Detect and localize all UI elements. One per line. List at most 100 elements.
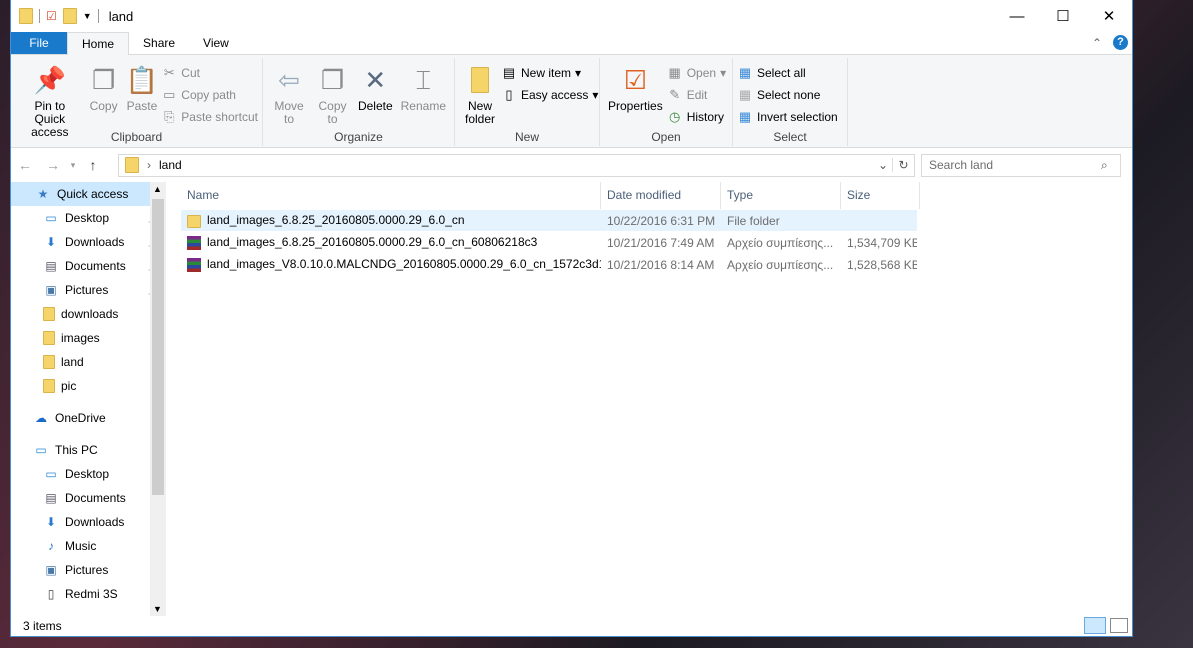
customize-toolbar-icon[interactable]: ▼ [83,11,92,21]
music-icon: ♪ [48,539,54,553]
tab-file[interactable]: File [11,32,67,54]
easy-access-button[interactable]: ▯ Easy access ▾ [501,84,598,106]
nav-item[interactable]: ★ Quick access [11,182,166,206]
tab-view[interactable]: View [189,32,243,54]
copy-path-button[interactable]: ▭ Copy path [161,84,258,106]
address-path[interactable]: land [159,158,182,172]
file-size: 1,528,568 KB [847,257,917,272]
select-none-button[interactable]: ▦ Select none [737,84,838,106]
nav-item[interactable]: ⬇ Downloads [11,510,166,534]
file-row[interactable]: land_images_6.8.25_20160805.0000.29_6.0_… [181,232,1132,253]
nav-item-label: Music [65,539,97,553]
file-row[interactable]: land_images_6.8.25_20160805.0000.29_6.0_… [181,210,917,231]
pin-icon: 📌 [33,64,66,95]
nav-item[interactable]: ▣Pictures📌 [11,278,166,302]
nav-item-label: Downloads [65,235,125,249]
address-dropdown-icon[interactable]: ⌄ [878,158,888,172]
nav-item[interactable]: downloads [11,302,166,326]
file-list: Name Date modified Type Size land_images… [181,182,1132,275]
file-row[interactable]: land_images_V8.0.10.0.MALCNDG_20160805.0… [181,254,1132,275]
select-all-button[interactable]: ▦ Select all [737,62,838,84]
nav-item[interactable]: images [11,326,166,350]
cut-button[interactable]: ✂ Cut [161,62,258,84]
nav-item[interactable]: ▭ Desktop [11,462,166,486]
doc-icon: ▤ [45,259,57,273]
invert-selection-button[interactable]: ▦ Invert selection [737,106,838,128]
move-icon: ⇦ [278,64,300,95]
path-icon: ▭ [163,87,176,102]
forward-button[interactable]: → [39,157,67,173]
help-icon[interactable]: ? [1113,35,1128,50]
nav-item[interactable]: ▤ Documents [11,486,166,510]
nav-item[interactable]: land [11,350,166,374]
recent-locations-icon[interactable]: ▾ [67,160,79,171]
download-icon: ⬇ [45,515,57,529]
open-button[interactable]: ▦ Open ▾ [667,62,727,84]
nav-item-label: Pictures [65,283,109,297]
address-bar[interactable]: › land ⌄ ↻ [118,153,915,177]
tab-home[interactable]: Home [67,32,130,56]
new-item-button[interactable]: ▤ New item ▾ [501,62,598,84]
column-date[interactable]: Date modified [601,182,721,209]
nav-item[interactable]: ☁ OneDrive [11,406,166,430]
navigation-pane: ★Quick access▭Desktop📌⬇Downloads📌▤Docume… [11,182,166,616]
new-folder-quick-icon[interactable] [62,8,77,24]
nav-item[interactable]: ▯ Redmi 3S [11,582,166,606]
nav-item[interactable]: ♪ Music [11,534,166,558]
new-item-icon: ▤ [502,65,516,80]
clipboard-group: 📌 Pin to Quick access ❐ Copy 📋 Paste ✂ Cut ▭… [11,58,263,146]
invert-selection-icon: ▦ [738,109,752,124]
window-title: land [108,8,134,24]
nav-item[interactable]: ⬇Downloads📌 [11,230,166,254]
file-type: File folder [727,213,780,228]
file-type: Αρχείο συμπίεσης... [727,235,834,250]
copy-to-icon: ❐ [320,64,345,95]
maximize-button[interactable]: ☐ [1040,0,1086,32]
archive-icon [187,257,201,272]
column-size[interactable]: Size [841,182,920,209]
folder-icon [19,8,33,24]
nav-scrollbar[interactable]: ▲ ▼ [150,182,166,616]
properties-quick-icon[interactable]: ☑ [46,9,57,23]
tab-share[interactable]: Share [129,32,189,54]
pc-icon: ▭ [35,443,47,457]
nav-item-label: pic [61,379,77,393]
nav-item[interactable]: ▤Documents📌 [11,254,166,278]
close-button[interactable]: ✕ [1086,0,1132,32]
organize-label: Organize [334,130,383,144]
desktop-icon: ▭ [45,467,57,481]
details-view-button[interactable] [1084,617,1106,634]
select-label: Select [773,130,807,144]
open-label: Open [651,130,681,144]
refresh-icon[interactable]: ↻ [892,158,914,172]
nav-item-label: Pictures [65,563,109,577]
file-type: Αρχείο συμπίεσης... [727,257,834,272]
nav-item-label: Downloads [65,515,125,529]
file-name: land_images_V8.0.10.0.MALCNDG_20160805.0… [181,257,601,272]
history-icon: ◷ [669,109,681,124]
new-group: New folder ▤ New item ▾ ▯ Easy access ▾ Ne… [455,58,600,146]
collapse-ribbon-icon[interactable]: ⌃ [1092,36,1102,50]
select-none-icon: ▦ [738,87,752,102]
nav-item[interactable]: ▭ This PC [11,438,166,462]
new-label: New [514,130,539,144]
open-icon: ▦ [668,65,681,80]
back-button[interactable]: ← [11,157,39,173]
nav-item[interactable]: pic [11,374,166,398]
minimize-button[interactable]: — [994,0,1040,32]
pic-icon: ▣ [45,283,57,297]
up-button[interactable]: ↑ [79,157,107,173]
column-type[interactable]: Type [721,182,841,209]
search-input[interactable]: Search land [921,153,1121,177]
status-bar: 3 items [11,616,1132,636]
paste-shortcut-button[interactable]: ⎘ Paste shortcut [161,106,258,128]
large-icons-view-button[interactable] [1110,618,1128,633]
nav-item[interactable]: ▣ Pictures [11,558,166,582]
nav-item[interactable]: ▭Desktop📌 [11,206,166,230]
history-button[interactable]: ◷ History [667,106,726,128]
edit-button[interactable]: ✎ Edit [667,84,726,106]
desktop-icon: ▭ [45,211,57,225]
column-name[interactable]: Name [181,182,601,209]
delete-x-icon: ✕ [364,64,387,95]
folder-icon [43,307,55,321]
